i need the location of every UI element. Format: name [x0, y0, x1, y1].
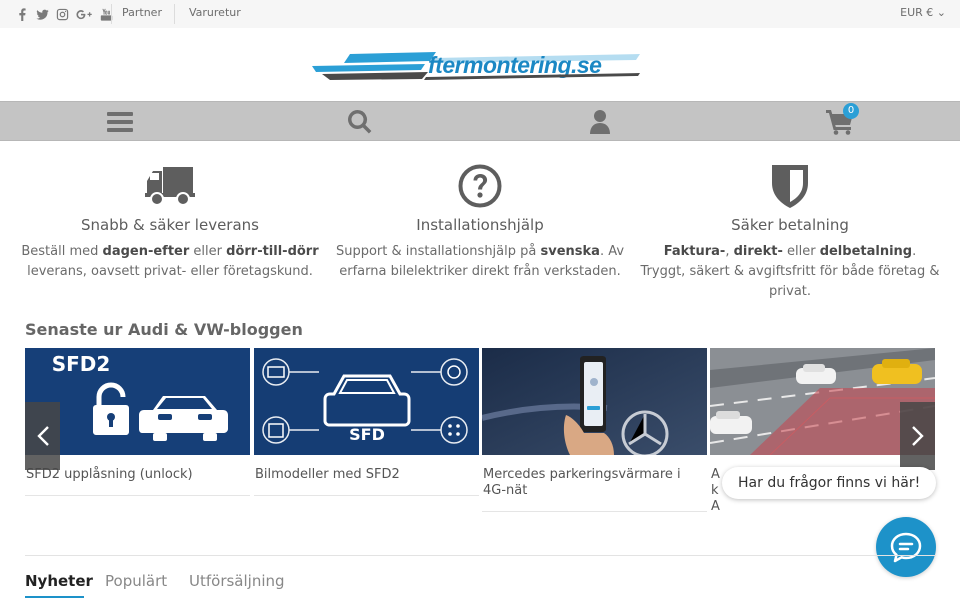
feature-title: Säker betalning — [731, 216, 849, 234]
blog-post-title[interactable]: Mercedes parkeringsvärmare i 4G-nät — [482, 467, 707, 499]
feature-installation: Installationshjälp Support & installatio… — [330, 162, 630, 282]
facebook-icon[interactable] — [14, 6, 30, 22]
chevron-right-icon — [911, 426, 924, 446]
divider — [174, 4, 175, 24]
twitter-icon[interactable] — [34, 6, 50, 22]
blog-post-image[interactable] — [482, 348, 707, 455]
divider — [254, 495, 479, 496]
tab-populart[interactable]: Populärt — [105, 572, 167, 590]
partner-link[interactable]: Partner — [122, 6, 162, 19]
blog-post-title[interactable]: Bilmodeller med SFD2 — [254, 467, 479, 483]
currency-selector[interactable]: EUR € ⌄ — [900, 6, 946, 19]
feature-text: Beställ med dagen-efter eller dörr-till-… — [21, 244, 319, 279]
tab-nyheter[interactable]: Nyheter — [25, 572, 93, 590]
cart-count-badge: 0 — [843, 103, 859, 119]
divider — [482, 511, 707, 512]
blog-post[interactable]: SFD Bilmodeller med SFD2 — [254, 348, 479, 496]
top-bar: Partner Varuretur EUR € ⌄ — [0, 0, 960, 28]
blog-section-title: Senaste ur Audi & VW-bloggen — [25, 320, 303, 339]
divider — [111, 4, 112, 24]
chat-icon — [890, 532, 922, 563]
carousel-prev-button[interactable] — [25, 402, 60, 470]
instagram-icon[interactable] — [54, 6, 70, 22]
feature-text: Support & installationshjälp på svenska.… — [335, 244, 625, 279]
blog-image-label: SFD2 — [52, 352, 111, 376]
active-tab-indicator — [25, 596, 84, 598]
site-logo[interactable]: ftermontering.se — [310, 46, 652, 84]
main-nav: 0 — [0, 101, 960, 141]
menu-icon[interactable] — [100, 107, 140, 137]
tab-utforsaljning[interactable]: Utförsäljning — [189, 572, 285, 590]
carousel-next-button[interactable] — [900, 402, 935, 470]
feature-payment: Säker betalning Faktura-, direkt- eller … — [640, 162, 940, 302]
feature-delivery: Snabb & säker leverans Beställ med dagen… — [20, 162, 320, 282]
google-plus-icon[interactable] — [74, 6, 94, 22]
social-links — [14, 6, 114, 22]
question-icon — [330, 162, 630, 210]
chat-prompt-bubble[interactable]: Har du frågor finns vi här! — [722, 467, 937, 499]
feature-title: Snabb & säker leverans — [80, 216, 259, 234]
blog-post-title[interactable]: Ak Au — [710, 467, 724, 518]
feature-title: Installationshjälp — [416, 216, 544, 234]
divider — [25, 495, 250, 496]
search-icon[interactable] — [340, 107, 380, 137]
blog-post[interactable]: Mercedes parkeringsvärmare i 4G-nät — [482, 348, 707, 512]
chevron-left-icon — [36, 426, 49, 446]
varuretur-link[interactable]: Varuretur — [189, 6, 241, 19]
shield-icon — [640, 162, 940, 210]
cart-icon[interactable]: 0 — [820, 103, 860, 137]
divider — [25, 555, 936, 556]
blog-post-image[interactable]: SFD — [254, 348, 479, 455]
chat-button[interactable] — [876, 517, 936, 577]
user-icon[interactable] — [580, 107, 620, 137]
svg-text:ftermontering.se: ftermontering.se — [428, 52, 602, 78]
feature-text: Faktura-, direkt- eller delbetalning. Tr… — [640, 244, 940, 299]
blog-image-label: SFD — [349, 425, 385, 444]
truck-icon — [20, 162, 320, 210]
